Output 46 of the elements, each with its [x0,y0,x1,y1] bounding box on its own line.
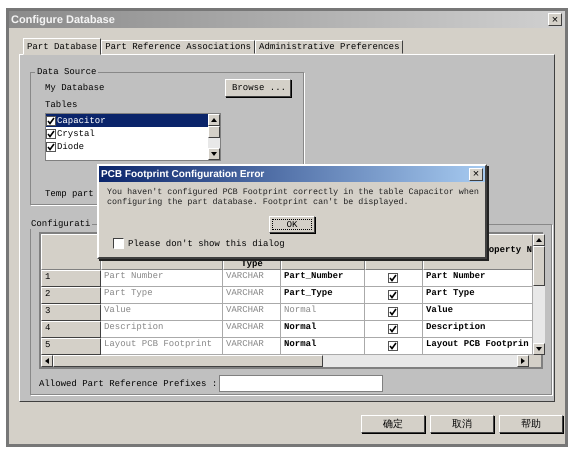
dialog-button[interactable]: 取消 [430,415,494,433]
table-cell: Value [423,304,533,321]
table-cell: Value [101,304,223,321]
table-cell: Layout PCB Footprin [423,338,533,355]
database-label: My Database [45,83,104,93]
row-number: 2 [41,287,101,304]
list-item[interactable]: Capacitor [46,114,208,127]
row-number: 4 [41,321,101,338]
error-message: You haven't configured PCB Footprint correctly in the table Capacitor when configuring the part database. Footprint can't be displayed. [107,187,479,207]
row-number: 3 [41,304,101,321]
tab[interactable]: Part Reference Associations [101,40,256,54]
dialog-title: PCB Footprint Configuration Error [101,168,264,180]
table-cell: Normal [281,338,365,355]
temp-label: Temp part [45,189,94,199]
group-title: Data Source [37,67,96,77]
column-header: operty N [488,245,532,255]
table-cell: Part Type [101,287,223,304]
table-cell: Normal [281,304,365,321]
window-title: Configure Database [11,14,115,26]
table-cell: VARCHAR [223,338,281,355]
table-cell: VARCHAR [223,270,281,287]
table-cell: Description [101,321,223,338]
prefixes-label: Allowed Part Reference Prefixes : [39,378,218,388]
table-cell: Part_Type [281,287,365,304]
table-cell: Part_Number [281,270,365,287]
table-cell: Part Type [423,287,533,304]
close-button[interactable]: × [548,13,562,26]
close-button[interactable]: × [469,168,483,180]
browse-button[interactable]: Browse ... [225,79,291,97]
table-cell: Part Number [101,270,223,287]
table-cell: VARCHAR [223,287,281,304]
table-cell: Layout PCB Footprint [101,338,223,355]
tables-label: Tables [45,100,78,110]
table-cell: VARCHAR [223,304,281,321]
group-title: Configurati [31,219,90,229]
table-cell: Description [423,321,533,338]
row-number: 5 [41,338,101,355]
dialog-button[interactable]: 确定 [361,415,425,433]
ok-button[interactable]: OK [269,216,315,233]
table-cell: VARCHAR [223,321,281,338]
table-cell: Part Number [423,270,533,287]
table-cell: Normal [281,321,365,338]
tab[interactable]: Part Database [23,38,102,55]
dialog-button[interactable]: 帮助 [499,415,563,433]
tab[interactable]: Administrative Preferences [255,40,404,54]
row-number: 1 [41,270,101,287]
